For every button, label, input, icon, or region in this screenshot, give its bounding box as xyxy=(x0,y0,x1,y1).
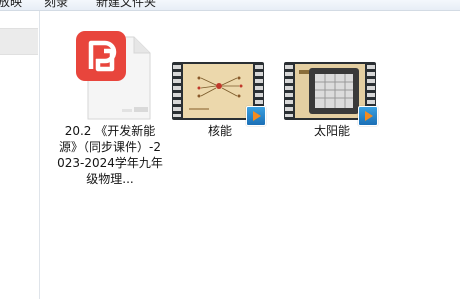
file-list-view[interactable]: 20.2 《开发新能源》（同步课件）-2023-2024学年九年级物理... 核… xyxy=(40,11,460,299)
file-item-video-solar[interactable]: 太阳能 xyxy=(282,11,382,151)
toolbar-item-new-folder[interactable]: 新建文件夹 xyxy=(96,0,156,9)
file-name-video-solar: 太阳能 xyxy=(313,124,350,138)
file-name-video-nuclear: 核能 xyxy=(207,124,232,138)
wps-pdf-icon xyxy=(74,29,152,123)
toolbar-item-play[interactable]: 放映 xyxy=(0,0,22,9)
navigation-pane[interactable] xyxy=(0,11,40,299)
video-thumbnail xyxy=(183,64,253,118)
file-item-pdf[interactable]: 20.2 《开发新能源》（同步课件）-2023-2024学年九年级物理... xyxy=(50,11,170,201)
video-file-icon xyxy=(284,62,378,126)
file-name-pdf: 20.2 《开发新能源》（同步课件）-2023-2024学年九年级物理... xyxy=(57,124,163,186)
nav-selected-item[interactable] xyxy=(0,28,38,55)
file-item-video-nuclear[interactable]: 核能 xyxy=(170,11,270,151)
toolbar-item-burn[interactable]: 刻录 xyxy=(44,0,68,9)
video-thumbnail xyxy=(295,64,365,118)
video-file-icon xyxy=(172,62,266,126)
command-bar: 放映 刻录 新建文件夹 xyxy=(0,0,460,11)
